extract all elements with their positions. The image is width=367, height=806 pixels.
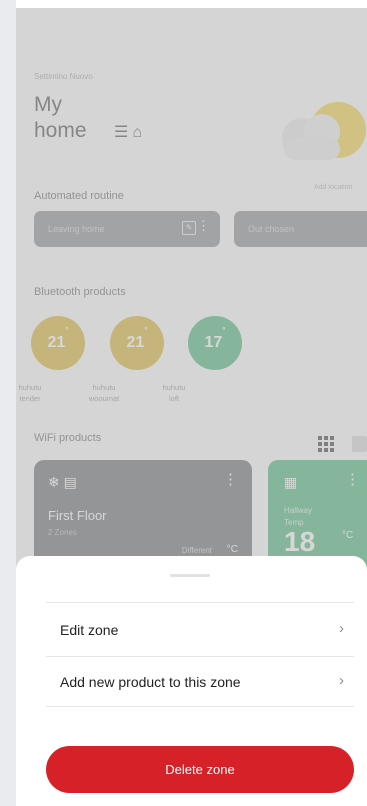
divider (46, 656, 354, 657)
edit-zone-label: Edit zone (60, 622, 119, 638)
chevron-right-icon: › (339, 620, 344, 637)
sheet-drag-handle[interactable] (170, 574, 210, 577)
divider (46, 602, 354, 603)
delete-zone-button[interactable]: Delete zone (46, 746, 354, 793)
divider (46, 706, 354, 707)
edit-zone-item[interactable]: Edit zone › (46, 608, 354, 652)
add-product-item[interactable]: Add new product to this zone › (46, 660, 354, 704)
device-frame-edge (0, 0, 16, 806)
add-product-label: Add new product to this zone (60, 674, 241, 690)
bottom-sheet: Edit zone › Add new product to this zone… (16, 556, 367, 806)
chevron-right-icon: › (339, 672, 344, 689)
app-screen: Settimino Nuovo My home ☰⌂ Add location … (16, 8, 367, 806)
